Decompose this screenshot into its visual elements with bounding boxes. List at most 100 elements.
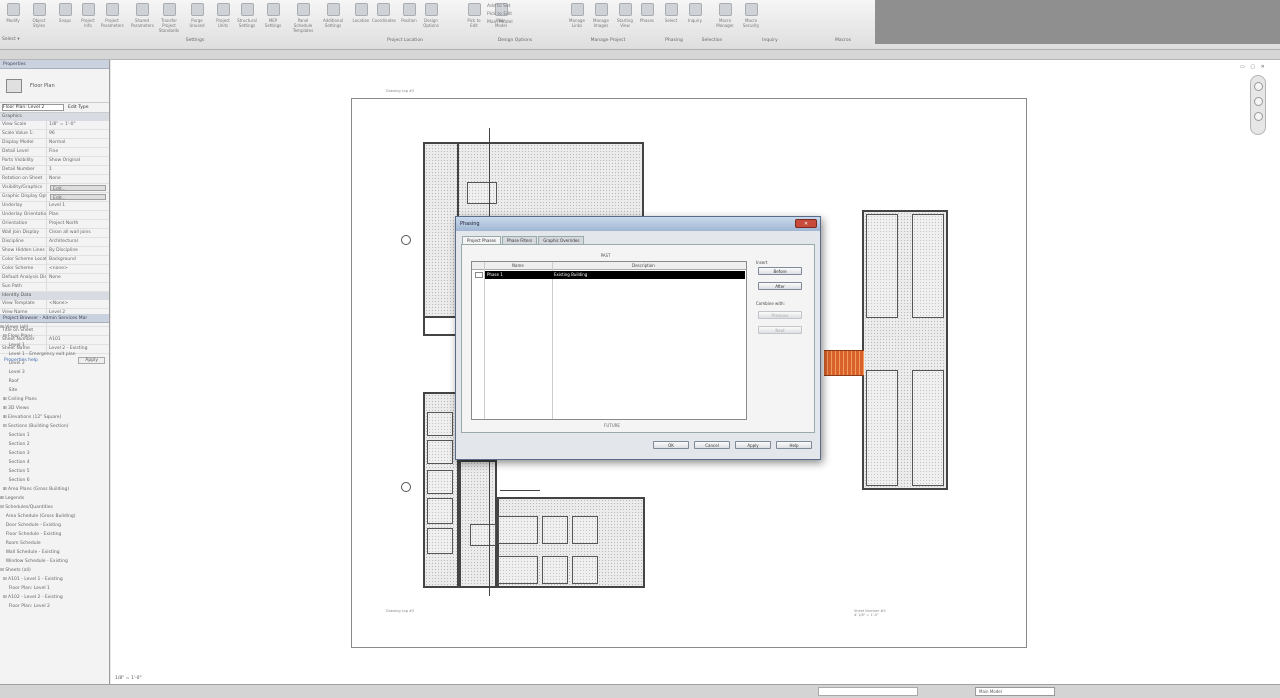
browser-item[interactable]: Section 1 <box>0 431 109 440</box>
property-value[interactable]: Architectural <box>47 238 109 246</box>
browser-item[interactable]: ⊞ Legends <box>0 494 109 503</box>
apply-dialog-button[interactable]: Apply <box>735 441 771 449</box>
property-row[interactable]: Rotation on Sheet None <box>0 175 109 184</box>
browser-item[interactable]: ⊞ Area Plans (Gross Building) <box>0 485 109 494</box>
ribbon-button[interactable]: Purge Unused <box>186 2 208 32</box>
ribbon-button[interactable]: Transfer Project Standards <box>158 2 180 33</box>
property-value[interactable] <box>47 283 109 291</box>
property-value[interactable]: 96 <box>47 130 109 138</box>
close-icon[interactable]: ✕ <box>795 219 817 228</box>
navigation-bar[interactable] <box>1250 75 1266 135</box>
property-value[interactable]: Level 1 <box>47 202 109 210</box>
browser-item[interactable]: Site <box>0 386 109 395</box>
ribbon-button[interactable]: Structural Settings <box>236 2 258 32</box>
view-window-controls[interactable]: ▭ ▢ ✕ <box>1240 64 1267 70</box>
property-row[interactable]: Color Scheme LocationBackground <box>0 256 109 265</box>
design-option-combo[interactable]: Main Model <box>975 687 1055 696</box>
ribbon-button[interactable]: Panel Schedule Templates <box>292 2 314 33</box>
property-value[interactable]: 1 <box>47 166 109 174</box>
elevation-marker-icon[interactable] <box>401 235 411 245</box>
browser-item[interactable]: Level 3 <box>0 368 109 377</box>
browser-item[interactable]: ⊞ 3D Views <box>0 404 109 413</box>
property-value[interactable]: Clean all wall joins <box>47 229 109 237</box>
tab-project-phases[interactable]: Project Phases <box>462 236 501 244</box>
ribbon-button[interactable]: Project Units <box>212 2 234 32</box>
property-value[interactable]: Background <box>47 256 109 264</box>
phase-row-selected[interactable]: Phase 1 Existing Building <box>485 271 745 279</box>
ribbon-button[interactable]: Select <box>660 2 682 32</box>
ribbon-button[interactable]: Design Options <box>420 2 442 32</box>
ribbon-button[interactable]: Project Parameters <box>101 2 124 32</box>
ribbon-button[interactable]: Modify <box>2 2 24 32</box>
ribbon-stack-item[interactable]: Add to Set <box>487 3 559 11</box>
property-row[interactable]: View Template <None> <box>0 300 109 309</box>
property-row[interactable]: Color Scheme <none> <box>0 265 109 274</box>
phase-name-cell[interactable]: Phase 1 <box>487 271 503 279</box>
property-value[interactable]: Normal <box>47 139 109 147</box>
ribbon-button[interactable]: Phases <box>636 2 658 32</box>
property-row[interactable]: Display Model Normal <box>0 139 109 148</box>
ribbon-button[interactable]: Pick to Edit <box>463 2 485 32</box>
property-row[interactable]: Show Hidden Lines By Discipline <box>0 247 109 256</box>
browser-item[interactable]: Section 4 <box>0 458 109 467</box>
ribbon-button[interactable]: Additional Settings <box>322 2 344 32</box>
browser-item[interactable]: ⊟ Floor Plans <box>0 332 109 341</box>
view-scale[interactable]: 1/8" = 1'-0" <box>115 676 142 681</box>
property-value[interactable]: Plan <box>47 211 109 219</box>
property-row[interactable]: Detail Number 1 <box>0 166 109 175</box>
property-row[interactable]: Underlay Level 1 <box>0 202 109 211</box>
browser-item[interactable]: Level 1 <box>0 341 109 350</box>
browser-item[interactable]: Floor Plan: Level 1 <box>0 584 109 593</box>
elevation-marker-icon[interactable] <box>401 482 411 492</box>
pan-icon[interactable] <box>1253 97 1263 106</box>
ribbon-button[interactable]: Inquiry <box>684 2 706 32</box>
browser-item[interactable]: ⊟ Sections (Building Section) <box>0 422 109 431</box>
steering-wheel-icon[interactable] <box>1253 112 1263 121</box>
combine-previous-button[interactable]: Previous <box>758 311 802 319</box>
type-selector[interactable]: Floor Plan <box>0 69 109 103</box>
browser-item[interactable]: ⊟ A101 - Level 1 - Existing <box>0 575 109 584</box>
property-row[interactable]: View Scale 1/8" = 1'-0" <box>0 121 109 130</box>
tab-phase-filters[interactable]: Phase Filters <box>501 236 538 244</box>
ribbon-stack-item[interactable]: Pick to Edit <box>487 11 559 19</box>
property-row[interactable]: Parts Visibility Show Original <box>0 157 109 166</box>
workset-combo[interactable] <box>818 687 918 696</box>
browser-item[interactable]: ⊟ Schedules/Quantities <box>0 503 109 512</box>
property-value[interactable]: None <box>47 274 109 282</box>
property-value[interactable]: Edit... <box>50 194 106 200</box>
ribbon-button[interactable]: Macro Security <box>740 2 762 32</box>
insert-before-button[interactable]: Before <box>758 267 802 275</box>
phase-description-cell[interactable]: Existing Building <box>554 271 587 279</box>
browser-item[interactable]: Level 1 - Emergency exit plan <box>0 350 109 359</box>
select-dropdown[interactable]: Select ▾ <box>2 37 20 42</box>
help-button[interactable]: Help <box>776 441 812 449</box>
property-row[interactable]: Visibility/Graphics Edit... <box>0 184 109 193</box>
identity-category[interactable]: Identity Data <box>0 292 109 300</box>
ribbon-button[interactable]: Coordinates <box>372 2 396 32</box>
browser-item[interactable]: Section 6 <box>0 476 109 485</box>
browser-item[interactable]: Wall Schedule - Existing <box>0 548 109 557</box>
browser-item[interactable]: Area Schedule (Gross Building) <box>0 512 109 521</box>
edit-type-button[interactable]: Edit Type <box>68 105 88 110</box>
view-selector[interactable]: Floor Plan: Level 2 <box>2 104 64 111</box>
property-row[interactable]: Discipline Architectural <box>0 238 109 247</box>
property-value[interactable]: Fine <box>47 148 109 156</box>
browser-item[interactable]: ⊟ Views (all) <box>0 323 109 332</box>
property-value[interactable]: Show Original <box>47 157 109 165</box>
ribbon-button[interactable]: Manage Images <box>590 2 612 32</box>
property-row[interactable]: Graphic Display OptionsEdit... <box>0 193 109 202</box>
browser-item[interactable]: Floor Schedule - Existing <box>0 530 109 539</box>
ribbon-button[interactable]: Snaps <box>54 2 76 32</box>
browser-item[interactable]: Section 5 <box>0 467 109 476</box>
tab-graphic-overrides[interactable]: Graphic Overrides <box>538 236 585 244</box>
browser-item[interactable]: Floor Plan: Level 2 <box>0 602 109 611</box>
combine-next-button[interactable]: Next <box>758 326 802 334</box>
connector-bridge[interactable] <box>824 350 864 376</box>
ribbon-button[interactable]: Object Styles <box>28 2 50 32</box>
ribbon-button[interactable]: Project Info <box>77 2 99 32</box>
view-control-bar[interactable]: 1/8" = 1'-0" <box>111 674 271 684</box>
zoom-icon[interactable] <box>1253 82 1263 91</box>
ribbon-button[interactable]: Starting View <box>614 2 636 32</box>
property-value[interactable]: None <box>47 175 109 183</box>
ribbon-stack-item[interactable]: Main Model <box>487 19 559 27</box>
